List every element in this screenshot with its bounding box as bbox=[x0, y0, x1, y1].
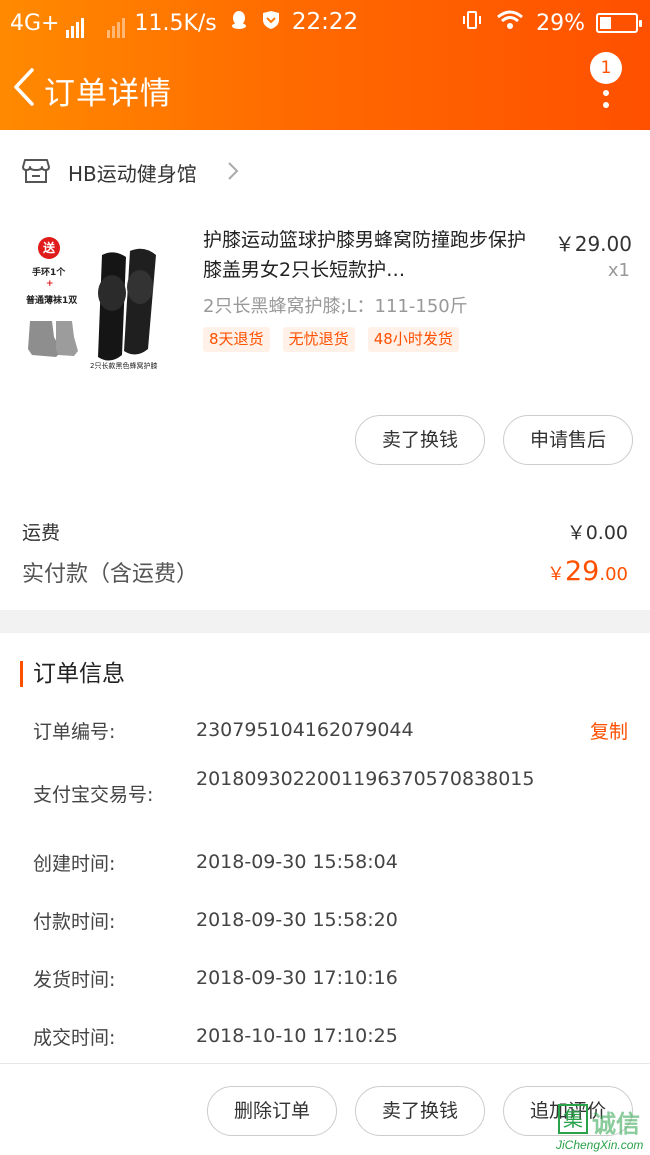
watermark-mark: 集 bbox=[558, 1104, 588, 1134]
copy-order-number-button[interactable]: 复制 bbox=[590, 717, 628, 744]
message-badge: 1 bbox=[590, 52, 622, 84]
shipping-value: ￥0.00 bbox=[566, 522, 628, 544]
more-menu-button[interactable]: 1 bbox=[588, 52, 628, 112]
more-dots-icon bbox=[603, 90, 609, 96]
watermark-text: 诚信 bbox=[592, 1110, 640, 1138]
completed-time-label: 成交时间: bbox=[33, 1027, 116, 1049]
chevron-left-icon bbox=[14, 68, 34, 106]
alipay-trade-value: 2018093022001196370570838015 bbox=[196, 768, 535, 790]
order-number-value: 230795104162079044 bbox=[196, 719, 414, 741]
product-caption: 2只长款黑色蜂窝护膝 bbox=[90, 362, 158, 370]
paid-time-label: 付款时间: bbox=[33, 911, 116, 933]
top-bar: 4G+ 11.5K/s 22:22 29% 订单详情 1 bbox=[0, 0, 650, 130]
paid-currency: ￥ bbox=[547, 564, 565, 585]
tag-ship-48h: 48小时发货 bbox=[367, 327, 459, 352]
shop-row[interactable]: HB运动健身馆 bbox=[0, 150, 650, 194]
more-dot bbox=[603, 102, 609, 108]
product-image[interactable]: 送 手环1个 + 普通薄袜1双 2只长款黑色蜂窝护膝 bbox=[22, 225, 182, 385]
paid-integer: 29 bbox=[565, 556, 600, 587]
created-time-label: 创建时间: bbox=[33, 853, 116, 875]
nav-bar: 订单详情 1 bbox=[0, 44, 650, 130]
battery-percent: 29% bbox=[536, 11, 585, 36]
chevron-right-icon bbox=[226, 160, 240, 182]
shop-name: HB运动健身馆 bbox=[68, 162, 197, 186]
tag-worry-free-return: 无忧退货 bbox=[282, 327, 355, 352]
status-bar: 4G+ 11.5K/s 22:22 29% bbox=[0, 0, 650, 44]
shipped-time-label: 发货时间: bbox=[33, 969, 116, 991]
service-tags: 8天退货 无忧退货 48小时发货 bbox=[203, 327, 467, 352]
page-title: 订单详情 bbox=[44, 76, 172, 112]
product-quantity: x1 bbox=[607, 260, 630, 281]
order-card: HB运动健身馆 送 手环1个 + 普通薄袜1双 2只长款黑色蜂窝护膝 护膝运动篮… bbox=[0, 130, 650, 610]
completed-time-value: 2018-10-10 17:10:25 bbox=[196, 1025, 398, 1047]
watermark-url: JiChengXin.com bbox=[556, 1138, 644, 1152]
order-info-heading: 订单信息 bbox=[20, 661, 125, 687]
order-number-label: 订单编号: bbox=[33, 721, 116, 743]
product-title[interactable]: 护膝运动篮球护膝男蜂窝防撞跑步保护膝盖男女2只长短款护… bbox=[203, 225, 533, 285]
wifi-icon bbox=[497, 10, 530, 36]
created-time-value: 2018-09-30 15:58:04 bbox=[196, 851, 398, 873]
alipay-trade-label: 支付宝交易号: bbox=[33, 784, 154, 806]
shipping-label: 运费 bbox=[22, 522, 61, 544]
watermark-logo: 集 诚信 JiChengXin.com bbox=[528, 1102, 646, 1155]
product-price: ￥29.00 bbox=[554, 232, 632, 256]
after-sale-button[interactable]: 申请售后 bbox=[503, 415, 633, 465]
sell-button-bottom[interactable]: 卖了换钱 bbox=[355, 1086, 485, 1136]
paid-amount: ￥29.00 bbox=[547, 556, 628, 587]
product-sku: 2只长黑蜂窝护膝;L：111-150斤 bbox=[203, 296, 468, 317]
delete-order-button[interactable]: 删除订单 bbox=[207, 1086, 337, 1136]
back-button[interactable] bbox=[10, 66, 40, 108]
paid-time-value: 2018-09-30 15:58:20 bbox=[196, 909, 398, 931]
sell-button[interactable]: 卖了换钱 bbox=[355, 415, 485, 465]
tag-return-8-days: 8天退货 bbox=[203, 327, 270, 352]
paid-label: 实付款（含运费） bbox=[22, 562, 199, 587]
battery-icon bbox=[596, 13, 642, 33]
status-right: 29% bbox=[462, 10, 642, 36]
paid-decimal: .00 bbox=[599, 564, 628, 585]
vibrate-icon bbox=[462, 11, 489, 36]
shipped-time-value: 2018-09-30 17:10:16 bbox=[196, 967, 398, 989]
bottom-action-bar: 删除订单 卖了换钱 追加评价 集 诚信 JiChengXin.com bbox=[0, 1063, 650, 1155]
order-info-section: 订单信息 订单编号: 230795104162079044 复制 支付宝交易号:… bbox=[0, 633, 650, 1063]
store-icon bbox=[22, 158, 50, 184]
